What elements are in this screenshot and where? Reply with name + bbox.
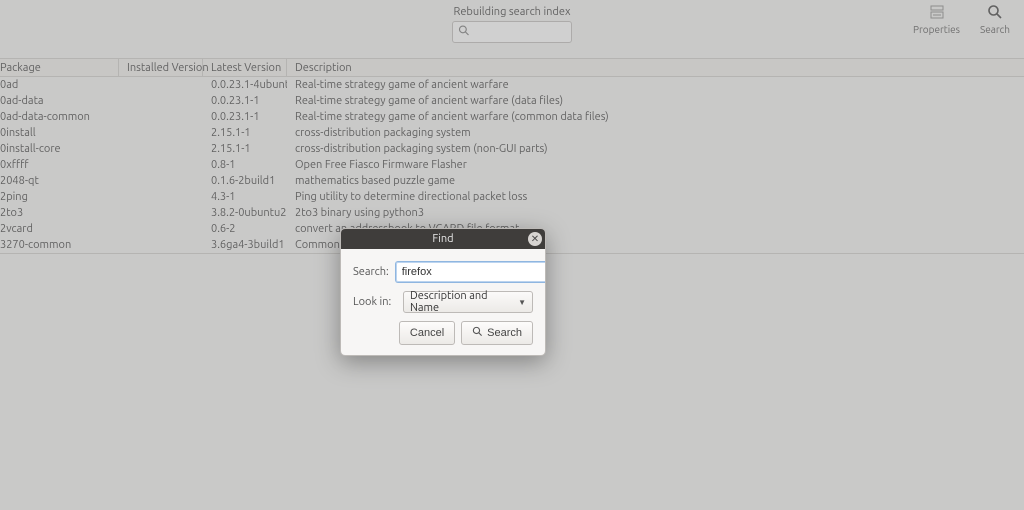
cell-package: 0install [0, 127, 119, 139]
table-row[interactable]: 0ad-data 0.0.23.1-1Real-time strategy gam… [0, 93, 1024, 109]
search-label: Search [980, 24, 1010, 35]
table-row[interactable]: 2048-qt 0.1.6-2build1mathematics based pu… [0, 173, 1024, 189]
lookin-label: Look in: [353, 296, 397, 308]
close-icon[interactable]: ✕ [528, 232, 542, 246]
cell-package: 2048-qt [0, 175, 119, 187]
table-row[interactable]: 0install-core 2.15.1-1cross-distribution … [0, 141, 1024, 157]
chevron-down-icon: ▼ [518, 298, 526, 307]
cell-latest: 0.1.6-2build1 [203, 175, 287, 187]
find-dialog: Find ✕ Search: ▼ Look in: Description an… [340, 228, 546, 356]
cell-latest: 0.0.23.1-4ubuntu3 [203, 79, 287, 91]
properties-icon [929, 4, 945, 24]
cell-package: 3270-common [0, 239, 119, 251]
col-header-installed[interactable]: Installed Version [119, 59, 203, 76]
cell-latest: 2.15.1-1 [203, 127, 287, 139]
properties-button[interactable]: Properties [913, 4, 960, 35]
dialog-title: Find [432, 233, 453, 245]
cell-package: 0install-core [0, 143, 119, 155]
search-button[interactable]: Search [461, 321, 533, 345]
table-row[interactable]: 2to3 3.8.2-0ubuntu22to3 binary using pyth… [0, 205, 1024, 221]
lookin-select[interactable]: Description and Name ▼ [403, 291, 533, 313]
table-header-row: Package Installed Version Latest Version… [0, 59, 1024, 77]
cell-description: 2to3 binary using python3 [287, 207, 1024, 219]
lookin-value: Description and Name [410, 290, 518, 314]
cell-package: 0ad [0, 79, 119, 91]
cell-description: Real-time strategy game of ancient warfa… [287, 111, 1024, 123]
cancel-button[interactable]: Cancel [399, 321, 455, 345]
search-input[interactable] [395, 261, 546, 283]
cell-package: 0ad-data [0, 95, 119, 107]
cell-description: Real-time strategy game of ancient warfa… [287, 95, 1024, 107]
cell-description: Ping utility to determine directional pa… [287, 191, 1024, 203]
cell-latest: 0.8-1 [203, 159, 287, 171]
cell-latest: 0.0.23.1-1 [203, 95, 287, 107]
cell-latest: 3.6ga4-3build1 [203, 239, 287, 251]
cell-description: cross-distribution packaging system [287, 127, 1024, 139]
cell-package: 0ad-data-common [0, 111, 119, 123]
col-header-latest[interactable]: Latest Version [203, 59, 287, 76]
cell-package: 2ping [0, 191, 119, 203]
cell-description: mathematics based puzzle game [287, 175, 1024, 187]
cell-description: cross-distribution packaging system (non… [287, 143, 1024, 155]
cell-description: Open Free Fiasco Firmware Flasher [287, 159, 1024, 171]
cell-latest: 4.3-1 [203, 191, 287, 203]
cell-latest: 0.0.23.1-1 [203, 111, 287, 123]
search-button[interactable]: Search [974, 4, 1016, 35]
table-row[interactable]: 2ping 4.3-1Ping utility to determine dire… [0, 189, 1024, 205]
cell-package: 2to3 [0, 207, 119, 219]
search-label: Search: [353, 266, 389, 278]
top-search [452, 21, 572, 43]
package-table: Package Installed Version Latest Version… [0, 58, 1024, 253]
table-row[interactable]: 0xffff 0.8-1Open Free Fiasco Firmware Fla… [0, 157, 1024, 173]
table-row[interactable]: 0ad-data-common 0.0.23.1-1Real-time strat… [0, 109, 1024, 125]
table-row[interactable]: 0install 2.15.1-1cross-distribution packa… [0, 125, 1024, 141]
cell-latest: 2.15.1-1 [203, 143, 287, 155]
table-row[interactable]: 0ad 0.0.23.1-4ubuntu3Real-time strategy g… [0, 77, 1024, 93]
search-icon [987, 4, 1003, 24]
top-search-input[interactable] [452, 21, 572, 43]
col-header-description[interactable]: Description [287, 59, 1024, 76]
status-text: Rebuilding search index [454, 0, 571, 18]
cell-latest: 0.6-2 [203, 223, 287, 235]
cell-description: Real-time strategy game of ancient warfa… [287, 79, 1024, 91]
dialog-titlebar[interactable]: Find ✕ [341, 229, 545, 249]
cell-latest: 3.8.2-0ubuntu2 [203, 207, 287, 219]
col-header-package[interactable]: Package [0, 59, 119, 76]
properties-label: Properties [913, 24, 960, 35]
search-icon [472, 326, 483, 340]
search-icon [458, 25, 470, 40]
cell-package: 2vcard [0, 223, 119, 235]
cell-package: 0xffff [0, 159, 119, 171]
